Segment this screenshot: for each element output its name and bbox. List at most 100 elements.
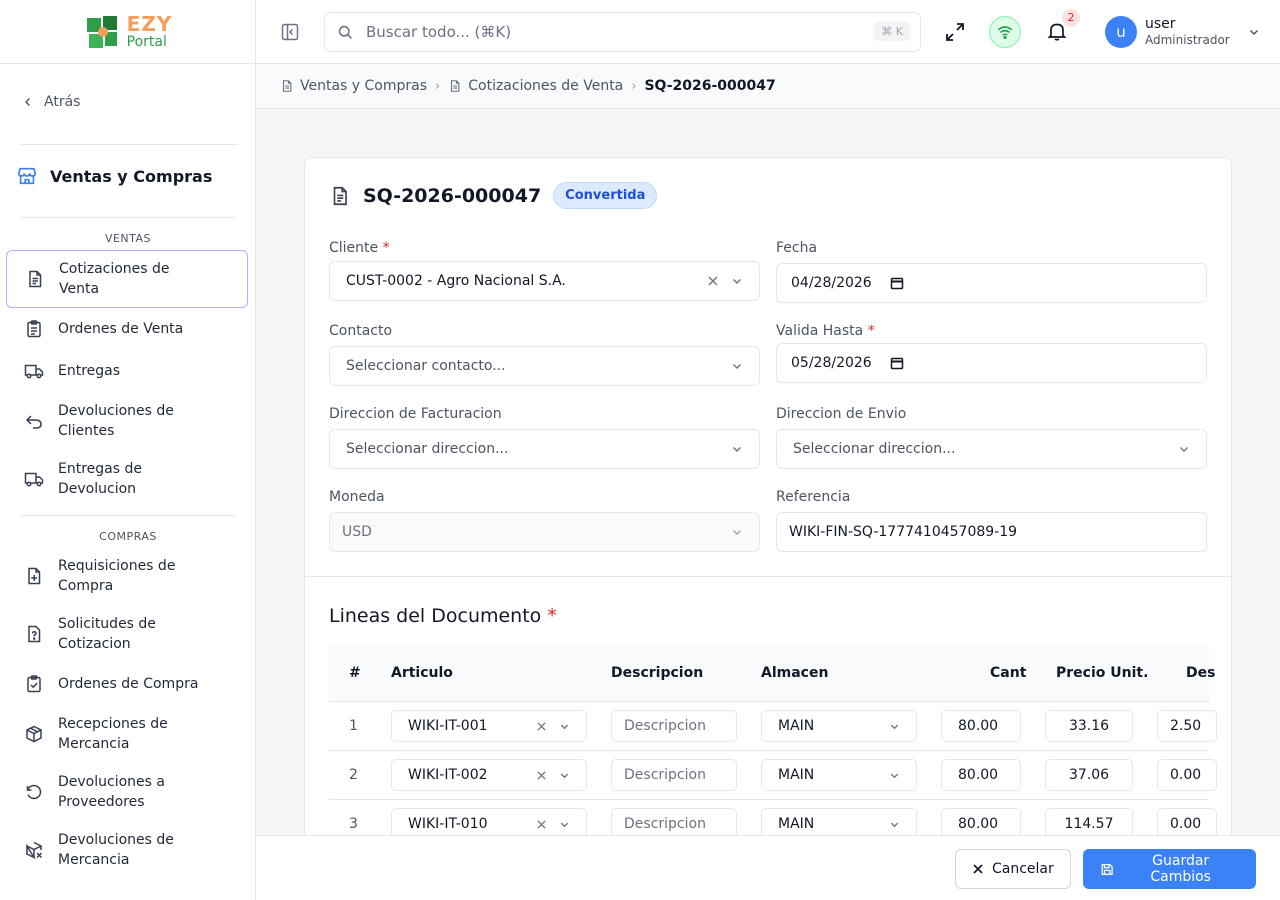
chevron-down-icon: [1249, 29, 1258, 36]
logo-text-portal: Portal: [126, 34, 167, 50]
facturacion-select[interactable]: Seleccionar direccion...: [329, 429, 760, 469]
envio-select[interactable]: Seleccionar direccion...: [776, 429, 1207, 469]
sidebar-item-entregas-devolucion[interactable]: Entregas de Devolucion: [6, 458, 248, 500]
logo-mark-icon: [86, 15, 117, 48]
quantity-input[interactable]: 80.00: [941, 710, 1021, 742]
calendar-icon[interactable]: [890, 356, 904, 370]
discount-input[interactable]: 2.50: [1157, 710, 1217, 742]
col-header-cant: Cant: [990, 665, 1027, 681]
sidebar-item-entregas[interactable]: Entregas: [6, 360, 248, 382]
chevron-down-icon: [890, 822, 899, 827]
sidebar-item-requisiciones-compra[interactable]: Requisiciones de Compra: [6, 555, 248, 597]
sidebar-item-devoluciones-proveedores[interactable]: Devoluciones a Proveedores: [6, 771, 248, 813]
sidebar-item-label: Entregas de: [58, 461, 142, 477]
warehouse-select[interactable]: MAIN: [761, 759, 917, 791]
breadcrumb-item-current: SQ-2026-000047: [644, 78, 776, 94]
breadcrumb-label: Cotizaciones de Venta: [468, 78, 624, 94]
sidebar-item-devoluciones-mercancia[interactable]: Devoluciones de Mercancia: [6, 829, 248, 871]
sidebar-item-label-2: Cotizacion: [58, 636, 131, 652]
notifications-badge: 2: [1062, 9, 1080, 27]
connection-status-button[interactable]: [989, 16, 1021, 48]
sidebar-item-label-2: Devolucion: [58, 481, 137, 497]
chevron-down-icon: [560, 773, 569, 778]
chevron-down-icon: [733, 447, 741, 452]
discount-input[interactable]: 0.00: [1157, 759, 1217, 791]
sidebar-item-label-2: Proveedores: [58, 794, 145, 810]
valida-hasta-value: 05/28/2026: [791, 355, 872, 371]
sidebar-item-recepciones-mercancia[interactable]: Recepciones de Mercancia: [6, 713, 248, 755]
sidebar-item-ordenes-venta[interactable]: Ordenes de Venta: [6, 318, 248, 340]
sidebar-item-devoluciones-clientes[interactable]: Devoluciones de Clientes: [6, 400, 248, 442]
calendar-icon[interactable]: [890, 276, 904, 290]
clear-icon[interactable]: [707, 275, 719, 287]
sidebar-item-label-2: Mercancia: [58, 736, 130, 752]
quotation-form-card: SQ-2026-000047 Convertida Cliente * CUST…: [304, 157, 1232, 900]
save-button[interactable]: Guardar Cambios: [1083, 849, 1256, 889]
file-question-icon: [28, 625, 41, 643]
table-row: 1 WIKI-IT-001 Descripcion MAIN 80.00 33.…: [329, 702, 1217, 751]
moneda-value: USD: [342, 524, 372, 540]
sidebar-item-label: Entregas: [58, 363, 121, 379]
logo[interactable]: EZY Portal: [0, 0, 255, 64]
search-shortcut-hint: ⌘ K: [874, 22, 910, 41]
col-header-articulo: Articulo: [391, 665, 453, 681]
package-x-icon: [26, 841, 43, 860]
envio-label: Direccion de Envio: [776, 406, 907, 422]
unit-price-input[interactable]: 33.16: [1045, 710, 1133, 742]
contacto-select[interactable]: Seleccionar contacto...: [329, 346, 760, 386]
breadcrumb-label: Ventas y Compras: [300, 78, 428, 94]
description-input[interactable]: Descripcion: [611, 710, 737, 742]
cancel-button[interactable]: Cancelar: [955, 849, 1071, 889]
breadcrumb-item-cotizaciones[interactable]: Cotizaciones de Venta: [448, 78, 623, 94]
breadcrumb-item-ventas-compras[interactable]: Ventas y Compras: [280, 78, 427, 94]
cliente-select[interactable]: CUST-0002 - Agro Nacional S.A.: [329, 261, 760, 301]
row-number: 3: [349, 816, 358, 832]
sidebar-item-label: Solicitudes de: [58, 616, 156, 632]
file-text-icon: [282, 80, 292, 92]
sidebar-item-label: Devoluciones de: [58, 403, 174, 419]
user-menu[interactable]: u user Administrador: [1105, 16, 1260, 48]
file-text-icon: [29, 270, 42, 288]
description-input[interactable]: Descripcion: [611, 759, 737, 791]
unit-price-input[interactable]: 37.06: [1045, 759, 1133, 791]
sidebar-item-ordenes-compra[interactable]: Ordenes de Compra: [6, 673, 248, 695]
col-header-descripcion: Descripcion: [611, 665, 704, 681]
undo-icon: [25, 415, 42, 429]
clear-icon[interactable]: [536, 770, 547, 781]
sidebar-item-label: Requisiciones de: [58, 558, 176, 574]
sidebar-item-solicitudes-cotizacion[interactable]: Solicitudes de Cotizacion: [6, 613, 248, 655]
sidebar-item-label: Devoluciones a: [58, 774, 165, 790]
sidebar-item-label: Devoluciones de: [58, 832, 174, 848]
clear-icon[interactable]: [536, 721, 547, 732]
section-divider: [20, 515, 235, 516]
cancel-label: Cancelar: [992, 861, 1054, 877]
contacto-placeholder: Seleccionar contacto...: [346, 358, 506, 374]
back-link[interactable]: Atrás: [22, 94, 80, 110]
quantity-input[interactable]: 80.00: [941, 759, 1021, 791]
sidebar-toggle-icon[interactable]: [280, 22, 300, 42]
row-number: 1: [349, 718, 358, 734]
page-title: SQ-2026-000047: [363, 184, 542, 207]
sidebar-item-label: Recepciones de: [58, 716, 168, 732]
item-select[interactable]: WIKI-IT-001: [391, 710, 587, 742]
status-badge: Convertida: [553, 182, 658, 209]
lines-section-title: Lineas del Documento *: [329, 605, 557, 627]
moneda-label: Moneda: [329, 489, 385, 505]
warehouse-select[interactable]: MAIN: [761, 710, 917, 742]
clear-icon[interactable]: [536, 819, 547, 830]
referencia-input[interactable]: WIKI-FIN-SQ-1777410457089-19: [776, 512, 1207, 552]
sidebar-item-label-2: Clientes: [58, 423, 115, 439]
search-input[interactable]: [366, 23, 846, 41]
section-label-ventas: VENTAS: [104, 232, 152, 245]
sidebar-item-cotizaciones-venta[interactable]: Cotizaciones de Venta: [6, 250, 248, 308]
fecha-value: 04/28/2026: [791, 275, 872, 291]
rotate-ccw-icon: [26, 784, 42, 800]
table-row: 2 WIKI-IT-002 Descripcion MAIN 80.00 37.…: [329, 751, 1217, 800]
item-select[interactable]: WIKI-IT-002: [391, 759, 587, 791]
fullscreen-icon[interactable]: [944, 21, 966, 43]
breadcrumb: Ventas y Compras › Cotizaciones de Venta…: [256, 64, 1280, 109]
chevron-down-icon: [890, 773, 899, 778]
fecha-date-input[interactable]: 04/28/2026: [776, 263, 1207, 303]
global-search[interactable]: ⌘ K: [324, 12, 921, 52]
valida-hasta-date-input[interactable]: 05/28/2026: [776, 343, 1207, 383]
